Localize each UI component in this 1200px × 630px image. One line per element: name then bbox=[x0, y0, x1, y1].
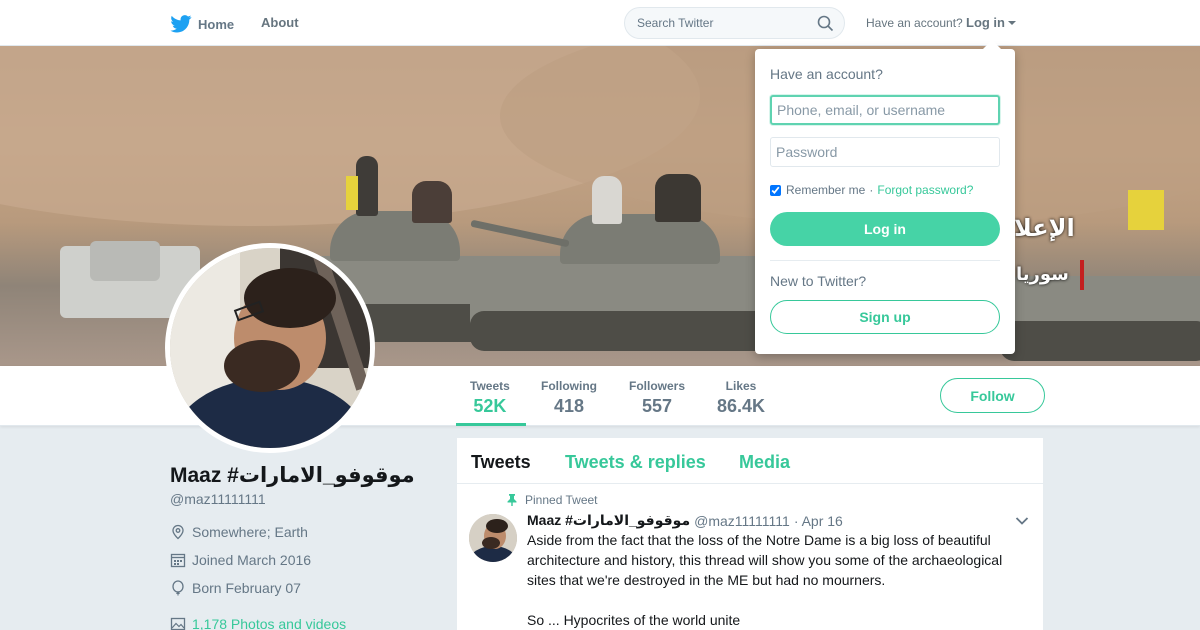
tweet-tabs: Tweets Tweets & replies Media bbox=[457, 438, 1043, 484]
tweet-avatar-photo bbox=[469, 514, 517, 562]
remember-me-row: Remember me · Forgot password? bbox=[770, 183, 973, 197]
photos-link[interactable]: 1,178 Photos and videos bbox=[192, 616, 346, 630]
tweet-text: Aside from the fact that the loss of the… bbox=[527, 530, 1017, 630]
tweet-avatar[interactable] bbox=[469, 514, 517, 562]
login-dropdown-title: Have an account? bbox=[770, 66, 883, 82]
profile-handle[interactable]: @maz11111111 bbox=[170, 491, 266, 507]
stat-followers-label: Followers bbox=[629, 379, 686, 393]
profile-photos[interactable]: 1,178 Photos and videos bbox=[170, 616, 346, 630]
location-pin-icon bbox=[172, 524, 184, 540]
banner-overlay-text-1: الإعلا bbox=[1014, 214, 1075, 242]
stat-tweets[interactable]: Tweets 52K bbox=[470, 379, 510, 417]
tweet-text-paragraph-1: Aside from the fact that the loss of the… bbox=[527, 532, 1003, 588]
chevron-down-icon[interactable] bbox=[1015, 516, 1029, 526]
balloon-icon bbox=[172, 580, 184, 596]
image-icon bbox=[170, 617, 186, 630]
remember-me-checkbox[interactable] bbox=[770, 184, 781, 196]
password-input[interactable] bbox=[770, 137, 1000, 167]
tweet-header: Maaz #موقوفو_الامارات @maz11111111 · Apr… bbox=[527, 512, 843, 529]
tab-media[interactable]: Media bbox=[739, 452, 790, 473]
tweet-date[interactable]: · Apr 16 bbox=[794, 513, 843, 529]
have-account-text: Have an account? bbox=[866, 16, 963, 30]
stat-tweets-label: Tweets bbox=[470, 379, 510, 393]
caret-down-icon bbox=[1008, 20, 1016, 25]
active-stat-underline bbox=[456, 423, 526, 426]
stat-following-value: 418 bbox=[553, 396, 585, 416]
pin-icon bbox=[507, 494, 517, 506]
nav-home-label: Home bbox=[198, 16, 235, 32]
stat-likes-label: Likes bbox=[725, 379, 757, 393]
banner-overlay-text-2: سوريا bbox=[1016, 264, 1069, 285]
profile-born: Born February 07 bbox=[170, 580, 301, 596]
nav-home-link[interactable]: Home bbox=[170, 15, 234, 33]
calendar-icon bbox=[170, 553, 186, 568]
tab-tweets-replies[interactable]: Tweets & replies bbox=[565, 452, 706, 473]
twitter-bird-icon bbox=[170, 15, 192, 33]
profile-joined: Joined March 2016 bbox=[170, 552, 311, 568]
profile-location: Somewhere; Earth bbox=[170, 524, 308, 540]
profile-name: Maaz #موقوفو_الامارات bbox=[170, 464, 415, 487]
stat-followers-value: 557 bbox=[641, 396, 673, 416]
joined-text: Joined March 2016 bbox=[192, 552, 312, 568]
login-button[interactable]: Log in bbox=[770, 212, 1000, 246]
signup-button[interactable]: Sign up bbox=[770, 300, 1000, 334]
new-to-twitter-text: New to Twitter? bbox=[770, 273, 867, 289]
username-input[interactable] bbox=[770, 95, 1000, 125]
login-dropdown: Have an account? Remember me · Forgot pa… bbox=[755, 40, 1015, 354]
search-input[interactable] bbox=[625, 8, 805, 38]
stat-likes-value: 86.4K bbox=[717, 396, 766, 416]
tab-tweets[interactable]: Tweets bbox=[471, 452, 531, 473]
tweet-text-paragraph-2: So ... Hypocrites of the world unite bbox=[527, 612, 741, 628]
forgot-password-link[interactable]: Forgot password? bbox=[877, 183, 973, 197]
stat-likes[interactable]: Likes 86.4K bbox=[717, 379, 765, 417]
profile-avatar[interactable] bbox=[165, 243, 375, 453]
pinned-label: Pinned Tweet bbox=[525, 493, 598, 507]
born-text: Born February 07 bbox=[192, 580, 301, 596]
stat-followers[interactable]: Followers 557 bbox=[629, 379, 685, 417]
tweet-author-name[interactable]: Maaz #موقوفو_الامارات bbox=[527, 512, 690, 529]
follow-button[interactable]: Follow bbox=[940, 378, 1045, 413]
nav-about-link[interactable]: About bbox=[261, 15, 299, 30]
pinned-indicator: Pinned Tweet bbox=[507, 493, 598, 507]
remember-separator: · bbox=[869, 183, 874, 197]
tweets-panel: Tweets Tweets & replies Media Pinned Twe… bbox=[456, 437, 1044, 630]
stat-following[interactable]: Following 418 bbox=[541, 379, 597, 417]
login-dropdown-toggle[interactable]: Log in bbox=[966, 15, 1016, 30]
search-icon[interactable] bbox=[817, 15, 834, 32]
dropdown-divider bbox=[770, 260, 1000, 261]
stat-following-label: Following bbox=[541, 379, 597, 393]
remember-me-label[interactable]: Remember me bbox=[786, 183, 865, 197]
login-toggle-label: Log in bbox=[966, 15, 1005, 30]
search-box bbox=[624, 7, 845, 39]
stat-tweets-value: 52K bbox=[473, 396, 507, 416]
top-navigation: Home About Have an account? Log in bbox=[0, 0, 1200, 46]
location-text: Somewhere; Earth bbox=[192, 524, 308, 540]
avatar-photo bbox=[170, 248, 370, 448]
tweet-author-handle[interactable]: @maz11111111 bbox=[694, 513, 790, 529]
